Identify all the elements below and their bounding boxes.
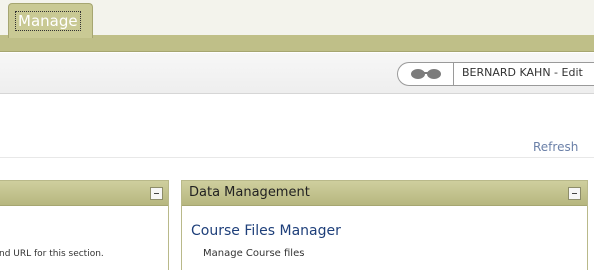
collapse-button[interactable] — [568, 187, 581, 200]
edit-mode-label: BERNARD KAHN - Edit — [462, 66, 583, 79]
left-panel-text: nd URL for this section. — [0, 249, 104, 259]
data-management-title: Data Management — [189, 185, 310, 200]
tab-manage[interactable]: Manage — [8, 3, 93, 38]
glasses-icon[interactable] — [398, 63, 454, 85]
left-panel-header — [0, 181, 168, 206]
top-tab-bar: Manage — [0, 0, 594, 52]
course-files-manager-link[interactable]: Course Files Manager — [191, 223, 341, 239]
user-toolbar: BERNARD KAHN - Edit — [0, 53, 594, 94]
left-panel: nd URL for this section. — [0, 180, 169, 270]
refresh-link[interactable]: Refresh — [533, 140, 578, 154]
data-management-panel: Data Management Course Files Manager Man… — [181, 180, 588, 270]
collapse-button[interactable] — [150, 187, 163, 200]
glasses-icon-graphic — [411, 69, 441, 79]
tab-manage-label: Manage — [15, 11, 81, 31]
edit-mode-toggle[interactable]: BERNARD KAHN - Edit — [397, 62, 594, 86]
course-files-manager-description: Manage Course files — [203, 248, 305, 259]
divider — [0, 157, 594, 158]
data-management-header: Data Management — [182, 181, 587, 206]
